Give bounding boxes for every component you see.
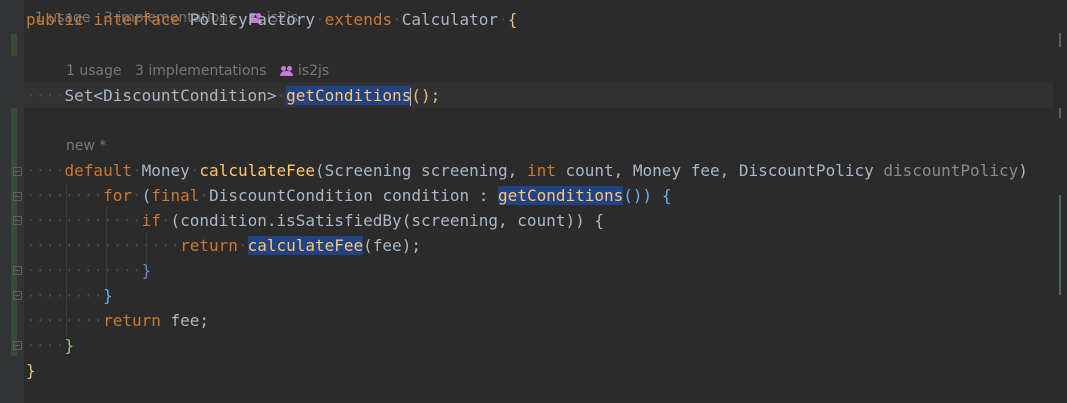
scroll-change-mark[interactable] bbox=[1059, 195, 1061, 295]
scroll-change-mark[interactable] bbox=[1059, 108, 1061, 118]
fold-icon[interactable] bbox=[13, 216, 22, 225]
code-line-if[interactable]: ············if·(condition.isSatisfiedBy(… bbox=[26, 208, 604, 233]
code-line-for[interactable]: ········for·(final·DiscountCondition con… bbox=[26, 183, 671, 208]
editor-scroll-markers[interactable] bbox=[1053, 0, 1067, 403]
scroll-change-mark[interactable] bbox=[1059, 33, 1061, 47]
code-line-close-for[interactable]: ········} bbox=[26, 283, 113, 308]
code-vision-hint[interactable]: 1 usage 3 implementations is2js bbox=[66, 61, 329, 81]
code-line-interface[interactable]: public·interface·PolicyFactory·extends·C… bbox=[26, 7, 517, 32]
author-hint-new[interactable]: new * bbox=[66, 136, 106, 156]
editor-gutter[interactable] bbox=[0, 0, 24, 403]
code-line-calculatefee-decl[interactable]: ····default·Money·calculateFee(Screening… bbox=[26, 158, 1028, 183]
fold-icon[interactable] bbox=[13, 167, 22, 176]
code-line-return-calc[interactable]: ················return·calculateFee(fee)… bbox=[26, 233, 421, 258]
code-line-close-if[interactable]: ············} bbox=[26, 258, 151, 283]
code-line-close-method[interactable]: ····} bbox=[26, 333, 74, 358]
usages-hint[interactable]: 1 usage bbox=[66, 63, 122, 79]
implementations-hint[interactable]: 3 implementations bbox=[135, 63, 267, 79]
fold-icon[interactable] bbox=[13, 192, 22, 201]
fold-icon[interactable] bbox=[13, 266, 22, 275]
author-hint[interactable]: is2js bbox=[298, 63, 329, 79]
code-line-return-fee[interactable]: ········return fee; bbox=[26, 308, 209, 333]
fold-icon[interactable] bbox=[13, 341, 22, 350]
author-icon bbox=[279, 66, 294, 76]
change-marker[interactable] bbox=[11, 34, 17, 56]
fold-icon[interactable] bbox=[13, 291, 22, 300]
code-line-close-interface[interactable]: } bbox=[26, 358, 36, 383]
code-line-getconditions-decl[interactable]: ····Set<DiscountCondition>·getConditions… bbox=[26, 83, 440, 108]
change-marker[interactable] bbox=[11, 108, 17, 356]
